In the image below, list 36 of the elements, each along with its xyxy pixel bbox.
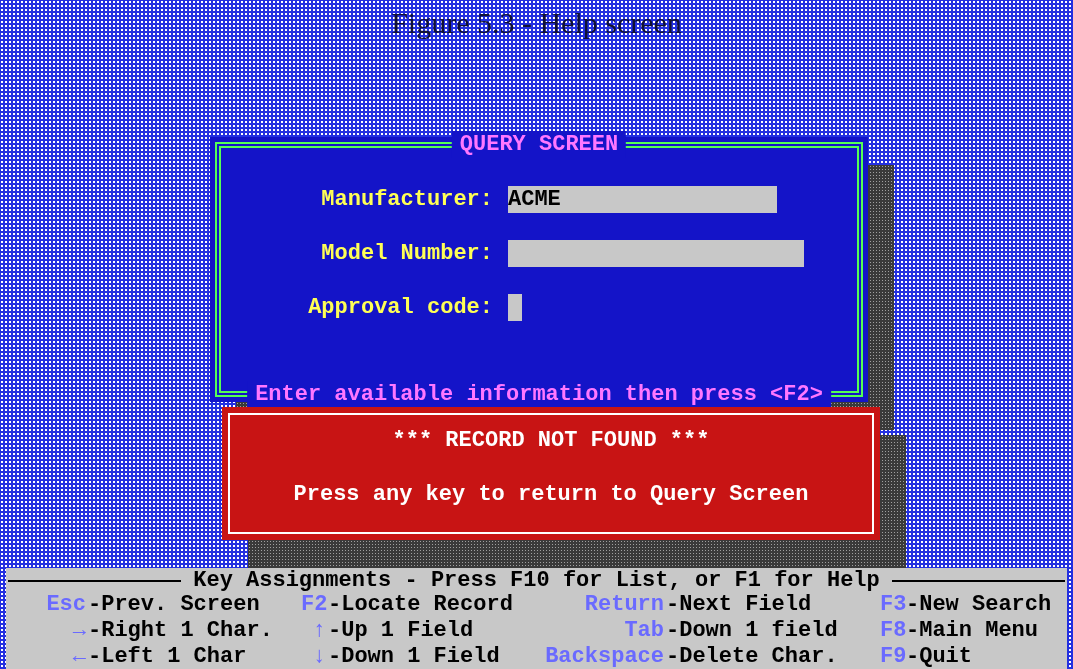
key-action: -Down 1 field xyxy=(666,618,839,644)
figure-caption: Figure 5.3 - Help screen xyxy=(391,6,682,40)
field-label: Manufacturer: xyxy=(320,186,493,213)
key-name: Tab xyxy=(623,618,665,644)
key-name: F9 xyxy=(880,644,906,669)
key-name: Esc xyxy=(45,592,87,618)
field-label: Model Number: xyxy=(320,240,493,267)
key-name: F2 xyxy=(301,592,328,618)
key-action: -Delete Char. xyxy=(666,644,839,669)
key-action: -Locate Record xyxy=(328,592,514,618)
hint-text: Enter available information then press <F2> xyxy=(247,381,831,408)
key-action: -New Search xyxy=(906,592,1053,618)
key-name: ↑ xyxy=(311,618,327,644)
key-action: -Prev. Screen xyxy=(88,592,261,618)
window-title: QUERY SCREEN xyxy=(451,131,627,158)
key-name: Backspace xyxy=(544,644,665,669)
key-action: -Left 1 Char xyxy=(88,644,248,669)
key-action: -Main Menu xyxy=(906,618,1040,644)
key-bar-title: Key Assignments - Press F10 for List, or F1 for Help xyxy=(192,570,881,592)
key-action: -Up 1 Field xyxy=(328,618,475,644)
key-action: -Quit xyxy=(906,644,973,669)
key-name: ← xyxy=(71,644,87,669)
key-name: ↓ xyxy=(311,644,327,669)
key-action: -Down 1 Field xyxy=(328,644,501,669)
input-field[interactable] xyxy=(508,294,522,321)
input-field[interactable]: ACME xyxy=(508,186,777,213)
key-action: -Right 1 Char. xyxy=(88,618,274,644)
key-name: → xyxy=(71,618,87,644)
alert-message: Press any key to return to Query Screen xyxy=(293,481,809,508)
alert-title: *** RECORD NOT FOUND *** xyxy=(392,427,710,454)
key-action: -Next Field xyxy=(666,592,813,618)
key-name: F3 xyxy=(880,592,906,618)
key-name: F8 xyxy=(880,618,906,644)
key-name: Return xyxy=(583,592,665,618)
input-field[interactable] xyxy=(508,240,804,267)
field-label: Approval code: xyxy=(307,294,493,321)
